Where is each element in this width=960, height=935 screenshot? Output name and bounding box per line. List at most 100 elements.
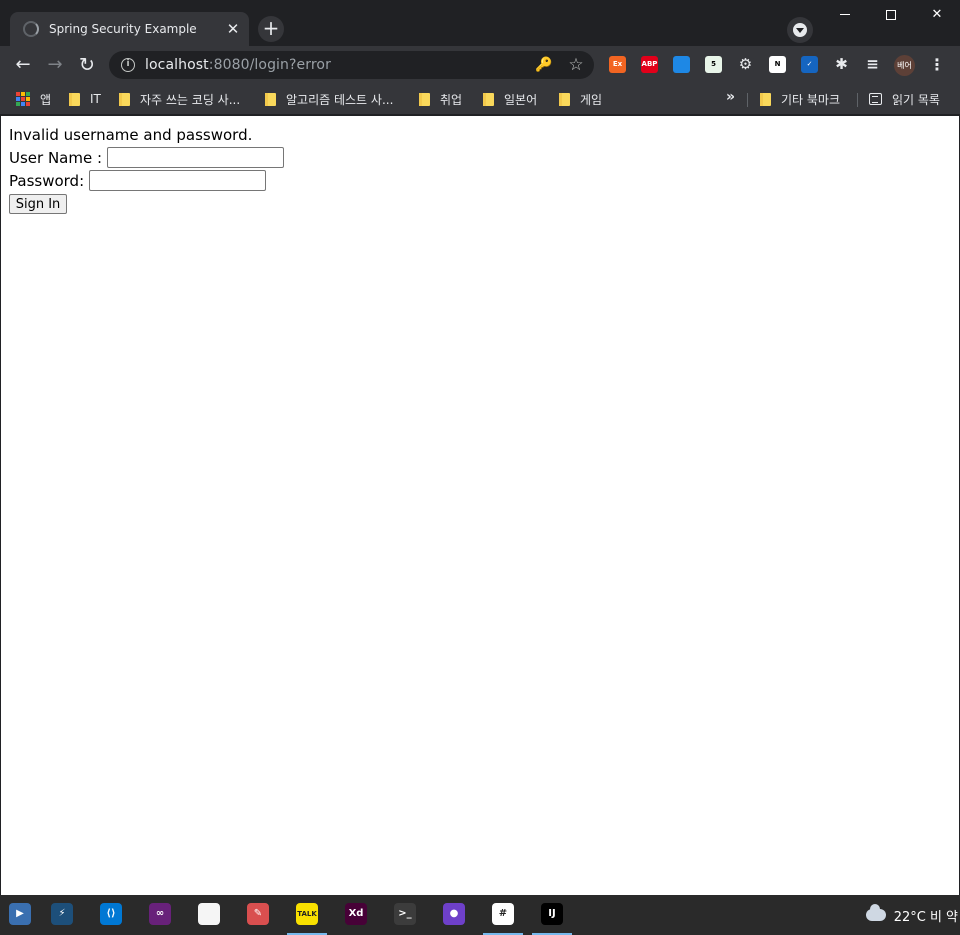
- password-label: Password:: [9, 171, 85, 190]
- site-info-icon[interactable]: i: [121, 58, 135, 72]
- taskbar-github-button[interactable]: ●: [434, 900, 474, 935]
- extension-check-icon[interactable]: ✓: [801, 56, 818, 73]
- bookmark-apps[interactable]: 앱: [16, 89, 51, 109]
- bookmarks-divider: [747, 93, 748, 107]
- browser-window: Spring Security Example ✕ + ✕ ← → ↻ i lo…: [0, 0, 960, 895]
- forward-button[interactable]: →: [42, 52, 68, 78]
- password-input[interactable]: [89, 170, 267, 191]
- login-error-message: Invalid username and password.: [9, 126, 253, 144]
- bookmark-label: 기타 북마크: [781, 92, 841, 107]
- folder-icon: [760, 92, 771, 106]
- taskbar-mysql-workbench-button[interactable]: ⚡: [42, 900, 82, 935]
- tab-close-icon[interactable]: ✕: [221, 20, 245, 38]
- bookmark-label: IT: [90, 92, 101, 106]
- folder-icon: [119, 92, 130, 106]
- taskbar-kakaotalk-button[interactable]: TALK: [287, 900, 327, 935]
- bookmark-star-icon[interactable]: ☆: [567, 56, 585, 74]
- reading-list-icon: [869, 93, 882, 105]
- bookmark-folder-jobs[interactable]: 취업: [419, 89, 462, 109]
- extension-gear-icon[interactable]: ⚙: [737, 56, 754, 73]
- folder-icon: [419, 92, 430, 106]
- system-tray: 22°C 비 약: [865, 895, 960, 935]
- minimize-button[interactable]: [822, 0, 868, 30]
- taskbar-vscode-icon: ⟨⟩: [100, 903, 122, 925]
- bookmark-folder-japanese[interactable]: 일본어: [483, 89, 537, 109]
- url-path: :8080/login?error: [208, 57, 331, 73]
- bookmark-label: 게임: [580, 92, 603, 107]
- taskbar-adobe-xd-icon: Xd: [345, 903, 367, 925]
- bookmark-label: 자주 쓰는 코딩 사...: [140, 92, 241, 107]
- username-input[interactable]: [107, 147, 285, 168]
- username-row: User Name :: [9, 147, 285, 168]
- bookmarks-divider: [857, 93, 858, 107]
- adblock-plus-icon[interactable]: ABP: [641, 56, 658, 73]
- bookmark-folder-algorithm-test[interactable]: 알고리즘 테스트 사...: [265, 89, 393, 109]
- reading-list-button[interactable]: 읽기 목록: [869, 89, 940, 109]
- extension-sheet-icon[interactable]: 5: [705, 56, 722, 73]
- media-queue-icon[interactable]: ≡: [864, 56, 881, 73]
- taskbar-terminal-button[interactable]: >_: [385, 900, 425, 935]
- apps-grid-icon: [16, 92, 30, 106]
- extensions-puzzle-icon[interactable]: ✱: [833, 56, 850, 73]
- back-button[interactable]: ←: [10, 52, 36, 78]
- weather-widget[interactable]: 22°C 비 약: [894, 906, 958, 925]
- bookmark-label: 일본어: [504, 92, 538, 107]
- tab-spring-security-example[interactable]: Spring Security Example ✕: [10, 12, 249, 46]
- taskbar-app-1-icon: ▶: [9, 903, 31, 925]
- address-bar[interactable]: i localhost:8080/login?error 🔑 ☆: [109, 51, 594, 79]
- tab-title: Spring Security Example: [49, 22, 197, 36]
- bookmark-label: 알고리즘 테스트 사...: [286, 92, 394, 107]
- minimize-icon: [840, 14, 850, 15]
- folder-icon: [265, 92, 276, 106]
- taskbar-mysql-workbench-icon: ⚡: [51, 903, 73, 925]
- reading-list-label: 읽기 목록: [892, 92, 940, 107]
- title-bar: Spring Security Example ✕ + ✕: [0, 0, 960, 46]
- taskbar-slack-button[interactable]: #: [483, 900, 523, 935]
- bookmark-folder-other[interactable]: 기타 북마크: [760, 89, 840, 109]
- bookmark-folder-it[interactable]: IT: [69, 89, 101, 109]
- taskbar-paint-icon: ✎: [247, 903, 269, 925]
- loading-spinner-icon: [23, 21, 39, 37]
- new-tab-button[interactable]: +: [258, 16, 284, 42]
- extension-ex-icon[interactable]: Ex: [609, 56, 626, 73]
- close-window-button[interactable]: ✕: [914, 0, 960, 30]
- profile-avatar[interactable]: 베어: [894, 55, 915, 76]
- bookmark-label: 앱: [40, 92, 52, 107]
- weather-rain-icon: [865, 904, 886, 921]
- tab-search-button[interactable]: [787, 17, 813, 43]
- taskbar-intellij-icon: IJ: [541, 903, 563, 925]
- reload-button[interactable]: ↻: [74, 52, 100, 78]
- bookmarks-bar: 앱 IT 자주 쓰는 코딩 사... 알고리즘 테스트 사... 취업 일본어 …: [0, 84, 960, 115]
- taskbar-paint-button[interactable]: ✎: [238, 900, 278, 935]
- bookmark-folder-games[interactable]: 게임: [559, 89, 602, 109]
- folder-icon: [559, 92, 570, 106]
- extension-window-icon[interactable]: [673, 56, 690, 73]
- notion-icon[interactable]: N: [769, 56, 786, 73]
- username-label: User Name :: [9, 148, 103, 167]
- windows-taskbar: ▶ ⚡ ⟨⟩ ∞ ✎ TALK Xd >_ ● # IJ 22°C 비 약: [0, 895, 960, 935]
- password-row: Password:: [9, 170, 267, 191]
- password-key-icon[interactable]: 🔑: [535, 56, 553, 74]
- bookmarks-overflow-icon[interactable]: »: [726, 89, 735, 105]
- window-controls: ✕: [822, 0, 960, 30]
- taskbar-visual-studio-button[interactable]: ∞: [140, 900, 180, 935]
- taskbar-terminal-icon: >_: [394, 903, 416, 925]
- taskbar-github-icon: ●: [443, 903, 465, 925]
- taskbar-intellij-button[interactable]: IJ: [532, 900, 572, 935]
- maximize-icon: [886, 9, 896, 20]
- taskbar-kakaotalk-icon: TALK: [296, 903, 318, 925]
- bookmark-folder-coding-sites[interactable]: 자주 쓰는 코딩 사...: [119, 89, 240, 109]
- sign-in-button[interactable]: Sign In: [9, 194, 67, 214]
- browser-toolbar: ← → ↻ i localhost:8080/login?error 🔑 ☆ E…: [0, 46, 960, 84]
- maximize-button[interactable]: [868, 0, 914, 30]
- folder-icon: [483, 92, 494, 106]
- taskbar-file-button[interactable]: [189, 900, 229, 935]
- chrome-menu-icon[interactable]: ⋮: [928, 54, 946, 76]
- url-host: localhost: [145, 57, 209, 73]
- page-viewport: Invalid username and password. User Name…: [1, 116, 959, 895]
- url-text[interactable]: localhost:8080/login?error: [145, 57, 331, 73]
- taskbar-slack-icon: #: [492, 903, 514, 925]
- taskbar-vscode-button[interactable]: ⟨⟩: [91, 900, 131, 935]
- taskbar-app-1-button[interactable]: ▶: [0, 900, 40, 935]
- taskbar-adobe-xd-button[interactable]: Xd: [336, 900, 376, 935]
